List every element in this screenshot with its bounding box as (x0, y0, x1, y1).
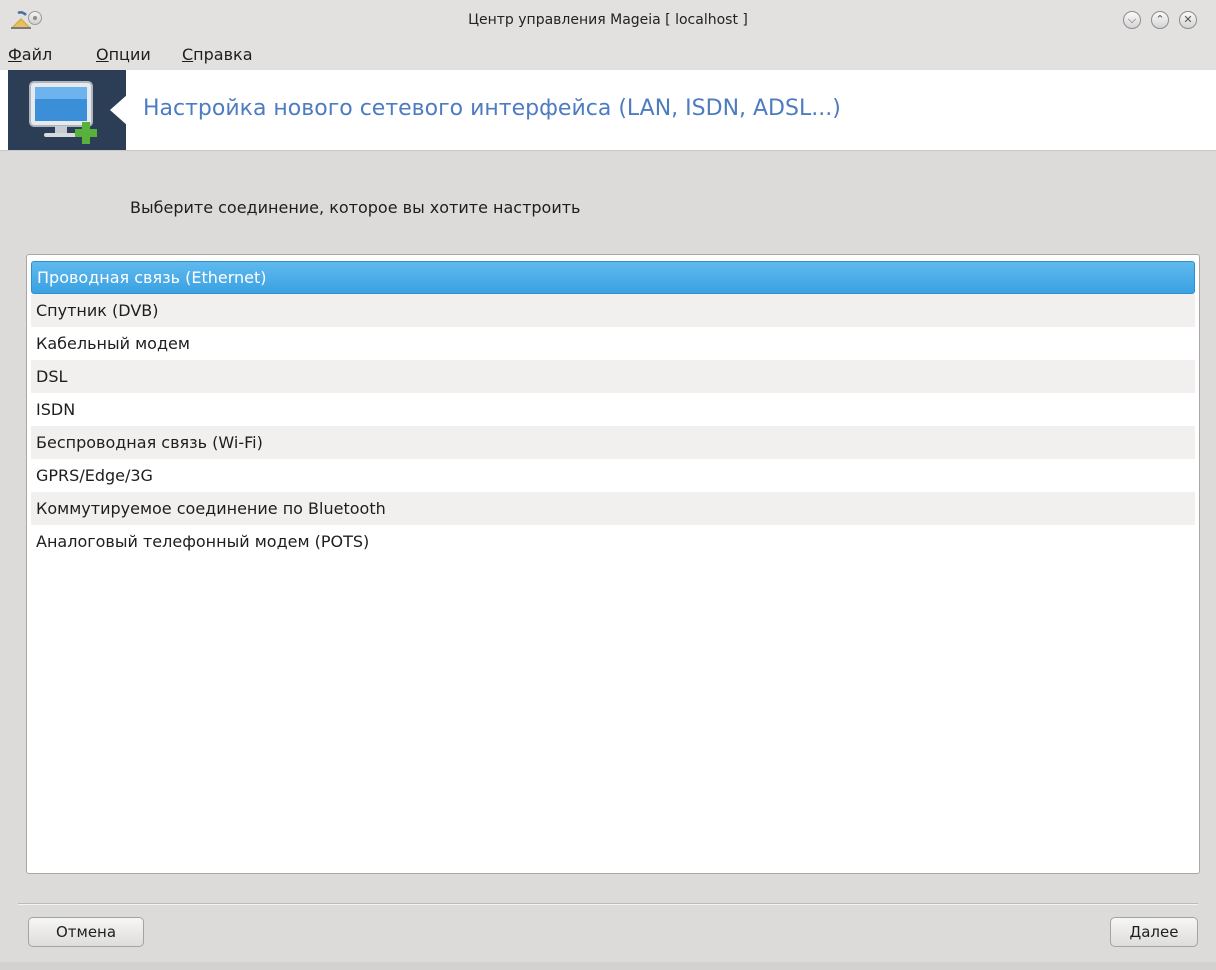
list-item[interactable]: ISDN (31, 393, 1195, 426)
window-bottom-edge (0, 962, 1216, 970)
menu-file-label: айл (21, 45, 53, 64)
page-title: Настройка нового сетевого интерфейса (LA… (143, 96, 841, 121)
window-title: Центр управления Mageia [ localhost ] (468, 12, 748, 28)
list-item[interactable]: Спутник (DVB) (31, 294, 1195, 327)
menu-options[interactable]: Опции (96, 45, 151, 64)
menu-file-mnemonic: Ф (8, 45, 22, 64)
window-titlebar: Центр управления Mageia [ localhost ] ⌵ … (0, 0, 1216, 40)
list-item[interactable]: DSL (31, 360, 1195, 393)
maximize-button[interactable]: ⌃ (1151, 11, 1169, 29)
footer-divider (18, 903, 1198, 905)
header-pointer (126, 70, 142, 150)
list-item[interactable]: Аналоговый телефонный модем (POTS) (31, 525, 1195, 558)
menu-help[interactable]: Справка (182, 45, 253, 64)
minimize-button[interactable]: ⌵ (1123, 11, 1141, 29)
menu-help-mnemonic: С (182, 45, 194, 64)
menu-options-mnemonic: О (96, 45, 109, 64)
close-button[interactable]: ✕ (1179, 11, 1197, 29)
list-item[interactable]: GPRS/Edge/3G (31, 459, 1195, 492)
next-button[interactable]: Далее (1110, 917, 1198, 947)
header-notch (110, 94, 128, 126)
connection-type-list[interactable]: Проводная связь (Ethernet) Спутник (DVB)… (26, 254, 1200, 874)
menu-options-label: пции (108, 45, 151, 64)
list-item[interactable]: Коммутируемое соединение по Bluetooth (31, 492, 1195, 525)
list-item[interactable]: Проводная связь (Ethernet) (31, 261, 1195, 294)
list-item[interactable]: Кабельный модем (31, 327, 1195, 360)
wizard-header: Настройка нового сетевого интерфейса (LA… (0, 70, 1216, 151)
menu-bar: Файл Опции Справка (0, 40, 1216, 70)
menu-file[interactable]: Файл (8, 45, 52, 64)
cancel-button[interactable]: Отмена (28, 917, 144, 947)
menu-help-label: правка (193, 45, 253, 64)
selection-prompt: Выберите соединение, которое вы хотите н… (130, 198, 581, 217)
list-item[interactable]: Беспроводная связь (Wi-Fi) (31, 426, 1195, 459)
